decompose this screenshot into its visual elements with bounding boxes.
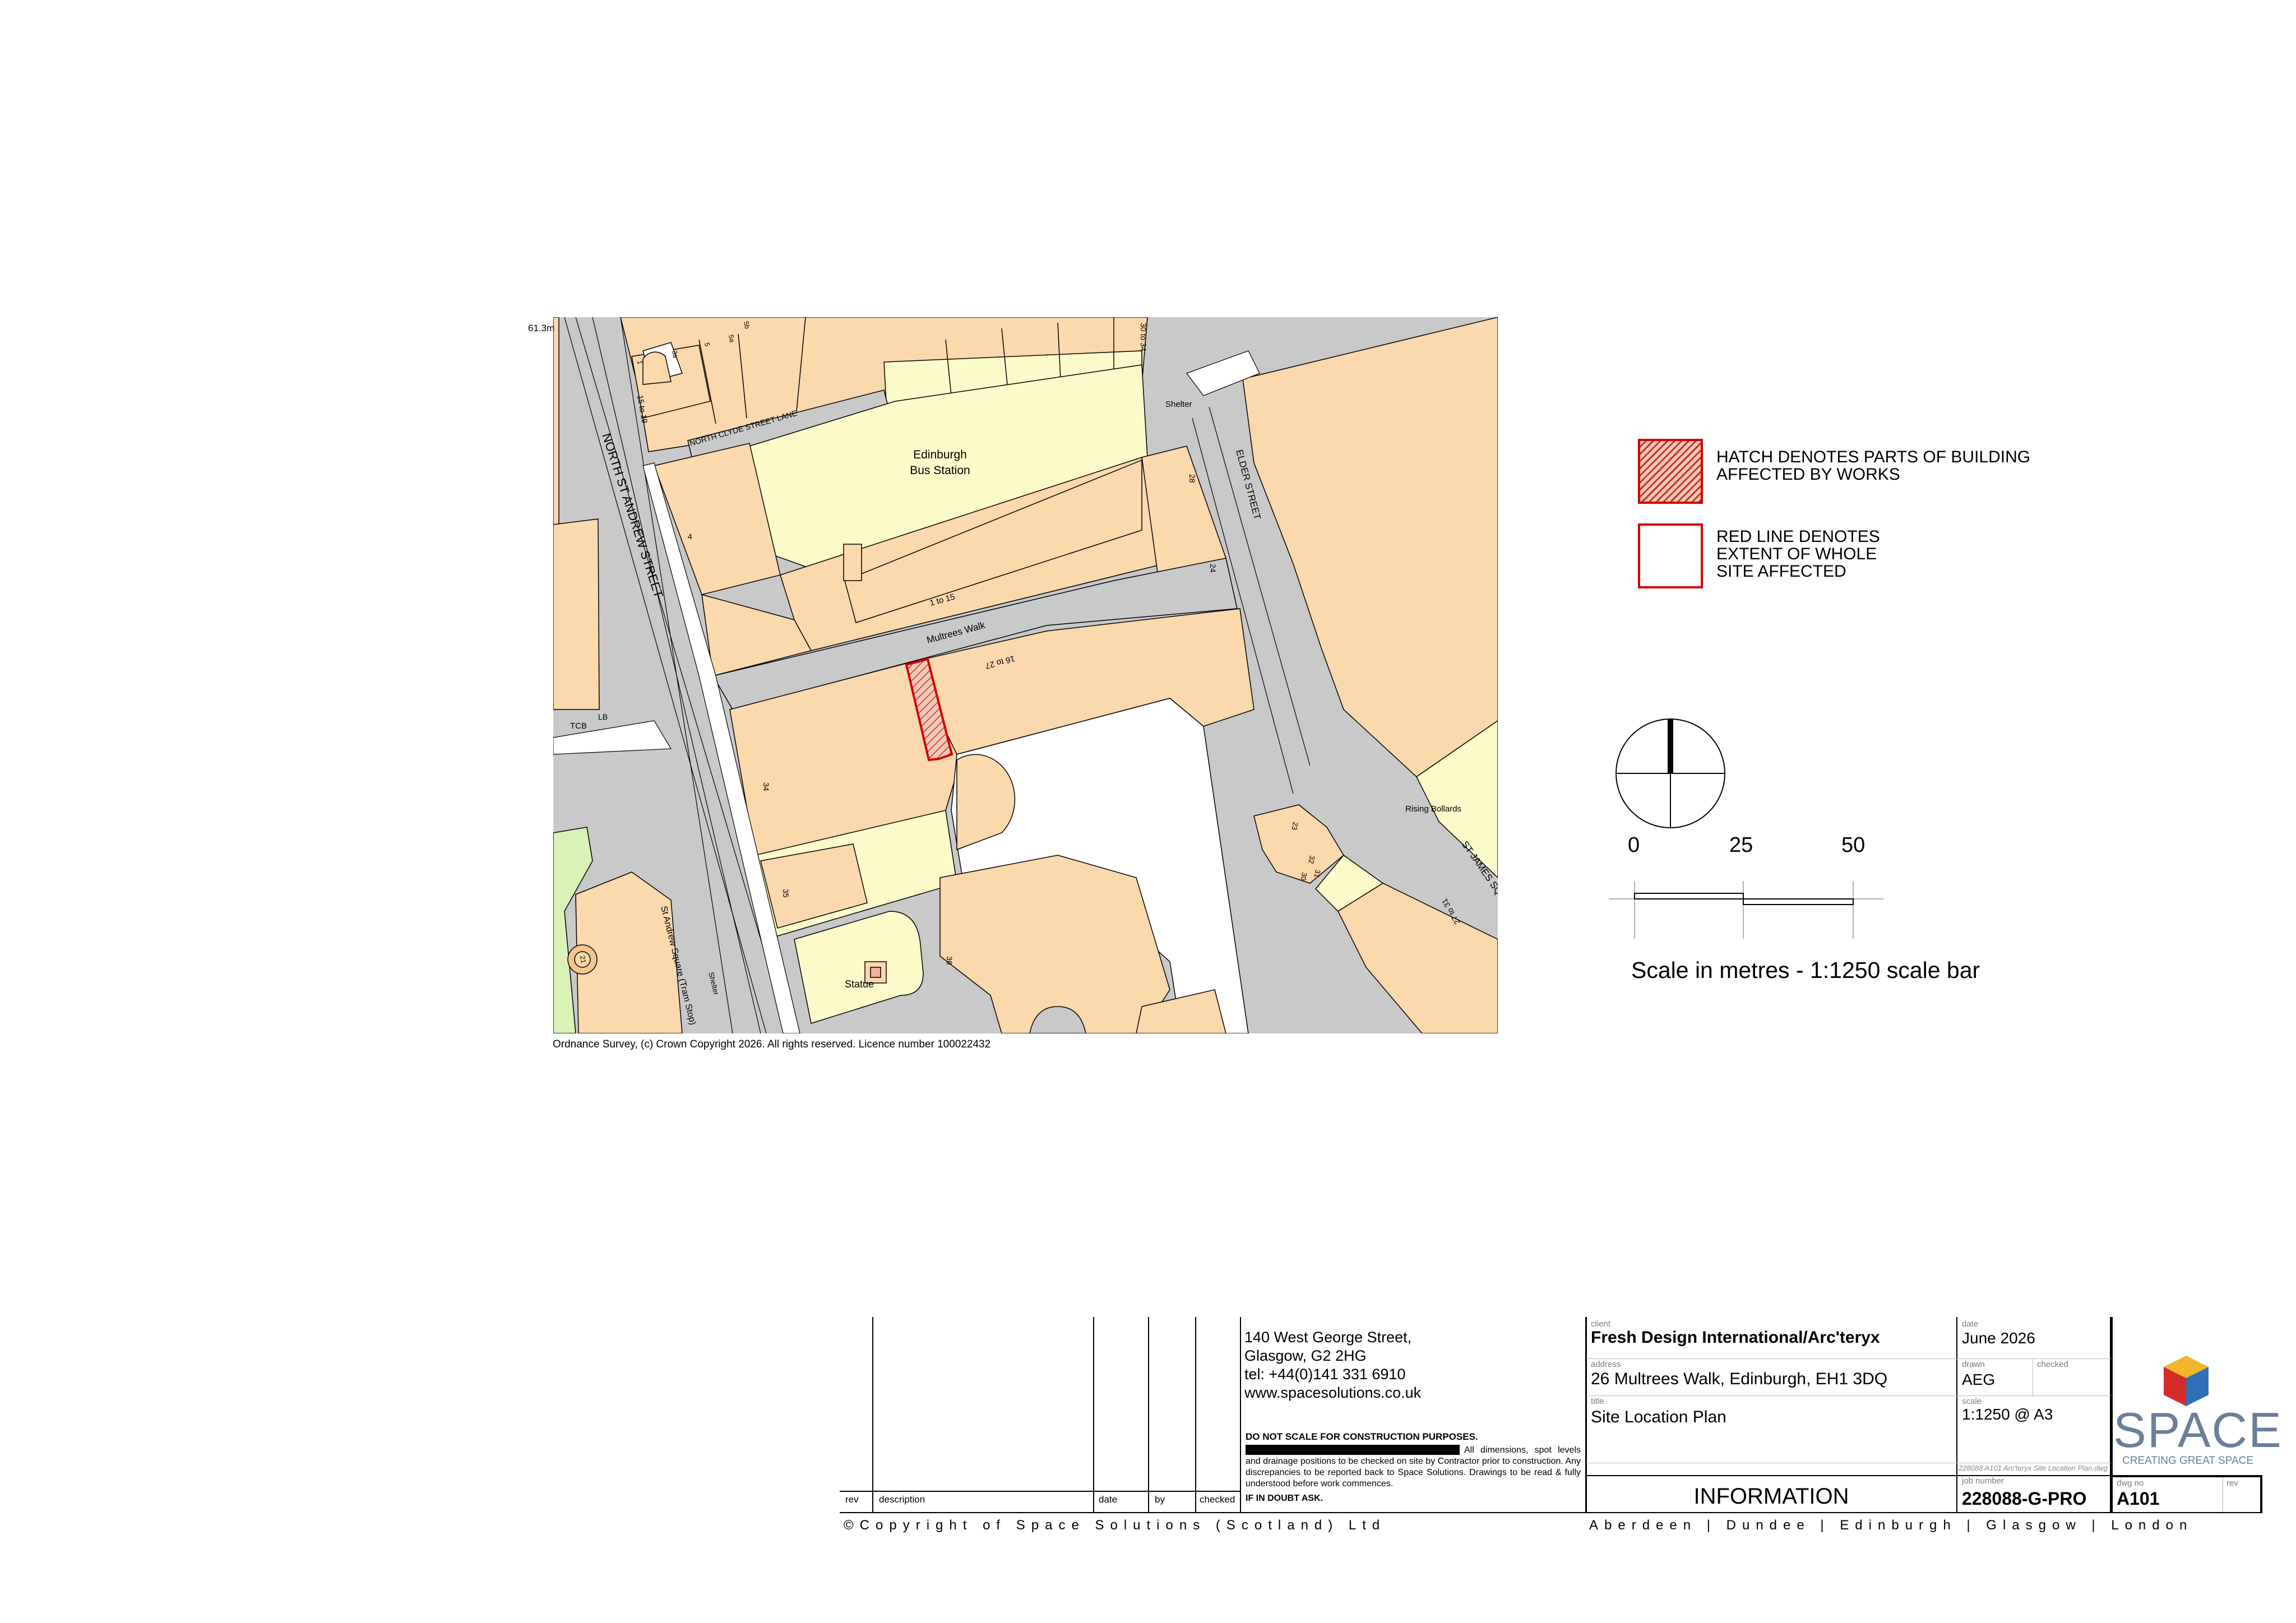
map-number-34: 34 — [762, 782, 771, 791]
scale-tick-0: 0 — [1628, 833, 1640, 857]
scale-bar — [1609, 881, 1883, 939]
dwg-no-label: dwg no — [2117, 1478, 2144, 1488]
north-arrow-icon — [1615, 718, 1725, 828]
map-number-5a: 5a — [727, 334, 736, 343]
footer-copyright: ©Copyright of Space Solutions (Scotland)… — [844, 1518, 1386, 1533]
client-label: client — [1591, 1319, 1611, 1329]
map-number-28: 28 — [1188, 474, 1197, 483]
red-line-legend-text: RED LINE DENOTES EXTENT OF WHOLE SITE AF… — [1716, 527, 1880, 581]
site-address: 26 Multrees Walk, Edinburgh, EH1 3DQ — [1591, 1370, 1888, 1388]
map-number-3a: 3a — [670, 350, 679, 359]
checked-col-header: checked — [1200, 1494, 1235, 1505]
map-number-30: 30 — [1299, 871, 1309, 881]
warning-footer: IF IN DOUBT ASK. — [1246, 1494, 1323, 1503]
map-label-bus-station-1: Edinburgh — [913, 448, 967, 461]
building — [553, 518, 600, 710]
drawing-date: June 2026 — [1962, 1329, 2035, 1347]
hatch-legend-text: HATCH DENOTES PARTS OF BUILDING AFFECTED… — [1716, 448, 2031, 484]
dwg-number: A101 — [2117, 1488, 2160, 1509]
map-number-30to34: 30 to 34 — [1139, 323, 1148, 351]
map-number-35: 35 — [781, 889, 790, 898]
by-col-header: by — [1155, 1494, 1165, 1505]
site-map: Edinburgh Bus Station NORTH ST ANDREW ST… — [553, 317, 1498, 1033]
map-number-23: 23 — [1290, 821, 1300, 831]
hatch-legend-swatch — [1638, 439, 1703, 504]
map-label-rising-bollards: Rising Bollards — [1405, 804, 1461, 814]
job-number-label: job number — [1962, 1476, 2005, 1486]
red-line-legend-swatch — [1638, 523, 1703, 588]
map-number-21: 21 — [578, 955, 587, 964]
file-path: 228088 A101 Arc'teryx Site Location Plan… — [1958, 1464, 2108, 1472]
map-number-24: 24 — [1209, 564, 1218, 573]
map-label-lb: LB — [598, 712, 608, 721]
building — [553, 317, 559, 542]
footer-offices: Aberdeen | Dundee | Edinburgh | Glasgow … — [1589, 1518, 2193, 1533]
drawing-title: Site Location Plan — [1591, 1408, 1726, 1426]
rev-label: rev — [2226, 1478, 2238, 1488]
description-col-header: description — [879, 1494, 925, 1505]
map-number-5b: 5b — [742, 321, 751, 330]
warning-title: DO NOT SCALE FOR CONSTRUCTION PURPOSES. — [1246, 1431, 1478, 1442]
rev-col-header: rev — [845, 1494, 859, 1505]
warning-body: All dimensions, spot levels and drainage… — [1246, 1445, 1581, 1488]
map-label-shelter-top: Shelter — [1165, 400, 1192, 409]
map-copyright: Ordnance Survey, (c) Crown Copyright 202… — [553, 1038, 991, 1050]
map-number-31: 31 — [1313, 869, 1322, 878]
drawn-label: drawn — [1962, 1360, 1985, 1369]
map-label-statue: Statue — [845, 979, 874, 990]
scale-caption: Scale in metres - 1:1250 scale bar — [1631, 957, 1980, 983]
drawn-by: AEG — [1962, 1371, 1996, 1388]
map-label-tcb: TCB — [570, 721, 587, 731]
logo-word: SPACE — [2113, 1402, 2283, 1458]
scale-tick-50: 50 — [1841, 833, 1866, 857]
drawing-status: INFORMATION — [1693, 1484, 1849, 1509]
job-number: 228088-G-PRO — [1962, 1488, 2087, 1509]
office-address: 140 West George Street, Glasgow, G2 2HG … — [1244, 1329, 1422, 1401]
address-label: address — [1591, 1360, 1621, 1369]
map-number-4: 4 — [688, 532, 692, 541]
client-name: Fresh Design International/Arc'teryx — [1591, 1328, 1880, 1347]
spot-height: 61.3m — [528, 323, 555, 333]
map-label-bus-station-2: Bus Station — [910, 464, 970, 477]
map-number-36: 36 — [945, 956, 954, 965]
drawing-scale: 1:1250 @ A3 — [1962, 1406, 2053, 1423]
map-number-32: 32 — [1307, 855, 1317, 864]
title-label: title — [1591, 1397, 1604, 1406]
map-canvas: Edinburgh Bus Station NORTH ST ANDREW ST… — [553, 317, 1498, 1033]
space-cube-logo-icon — [2164, 1356, 2209, 1406]
scale-tick-25: 25 — [1729, 833, 1753, 857]
checked-label: checked — [2037, 1360, 2068, 1369]
date-col-header: date — [1099, 1494, 1118, 1505]
date-label: date — [1962, 1319, 1979, 1329]
logo-tagline: CREATING GREAT SPACE — [2122, 1455, 2254, 1467]
scale-label: scale — [1962, 1397, 1982, 1406]
